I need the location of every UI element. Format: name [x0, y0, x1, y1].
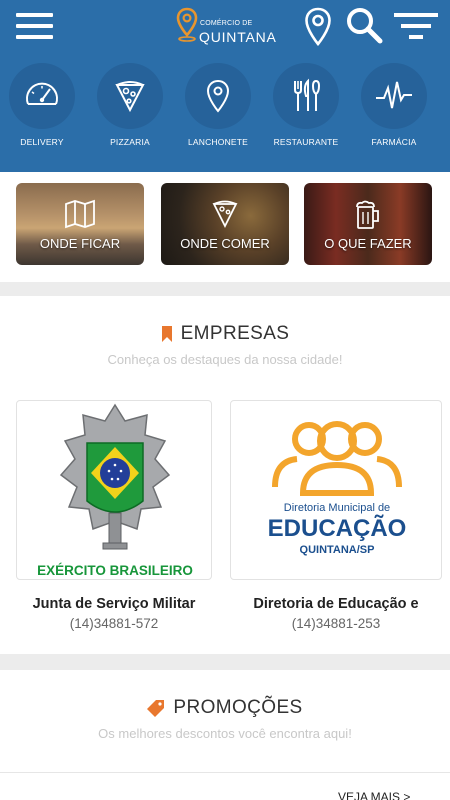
category-delivery[interactable]: DELIVERY [2, 63, 82, 147]
quick-link-onde-ficar[interactable]: ONDE FICAR [16, 183, 144, 265]
category-row: DELIVERY PIZZARIA LANCHONETE RESTAURANTE… [0, 63, 450, 163]
diretoria-educacao-logo: Diretoria Municipal de EDUCAÇÃO QUINTANA… [268, 421, 407, 556]
exercito-logo-text: EXÉRCITO BRASILEIRO [37, 563, 193, 578]
empresas-header: EMPRESAS [0, 323, 450, 347]
hamburger-menu-icon[interactable] [16, 13, 53, 39]
quick-link-label: ONDE COMER [180, 236, 270, 251]
beer-mug-icon [356, 200, 379, 229]
app-logo[interactable]: COMÉRCIO DE QUINTANA [176, 7, 286, 45]
quick-links: ONDE FICAR ONDE COMER O QUE FAZER [0, 172, 450, 282]
category-label: RESTAURANTE [273, 137, 339, 147]
map-icon [65, 199, 95, 229]
divider [0, 772, 450, 773]
category-circle [9, 63, 75, 129]
category-label: PIZZARIA [110, 137, 150, 147]
empresa-name: Junta de Serviço Militar [32, 596, 196, 612]
empresa-phone: (14)34881-572 [69, 616, 159, 631]
map-pin-icon[interactable] [303, 6, 333, 48]
quick-link-label: O QUE FAZER [324, 236, 412, 251]
promocoes-header: PROMOÇÕES [0, 697, 450, 722]
exercito-brasileiro-logo: EXÉRCITO BRASILEIRO [37, 403, 193, 578]
category-restaurante[interactable]: RESTAURANTE [266, 63, 346, 147]
empresa-logo: Diretoria Municipal de EDUCAÇÃO QUINTANA… [230, 400, 442, 580]
empresas-section: EMPRESAS Conheça os destaques da nossa c… [0, 296, 450, 654]
educacao-logo-line3: QUINTANA/SP [300, 544, 375, 556]
heartbeat-icon [376, 81, 412, 109]
pizza-icon [115, 81, 145, 113]
promocoes-title: PROMOÇÕES [147, 697, 302, 719]
tag-icon [147, 700, 165, 717]
quick-link-onde-comer[interactable]: ONDE COMER [161, 183, 289, 265]
promocoes-subtitle: Os melhores descontos você encontra aqui… [98, 726, 352, 741]
quick-link-o-que-fazer[interactable]: O QUE FAZER [304, 183, 432, 265]
empresas-title-text: EMPRESAS [180, 323, 290, 344]
bookmark-icon [161, 326, 172, 342]
category-label: LANCHONETE [187, 137, 249, 147]
promocoes-section: PROMOÇÕES Os melhores descontos você enc… [0, 670, 450, 800]
category-pizzaria[interactable]: PIZZARIA [90, 63, 170, 147]
category-circle [97, 63, 163, 129]
empresas-subtitle: Conheça os destaques da nossa cidade! [107, 352, 343, 367]
veja-mais-link[interactable]: VEJA MAIS > [338, 790, 410, 800]
empresa-name: Diretoria de Educação e [253, 596, 419, 612]
educacao-logo-line1: Diretoria Municipal de [284, 502, 390, 514]
filter-icon[interactable] [394, 13, 438, 41]
logo-small-text: COMÉRCIO DE [200, 20, 253, 27]
category-circle [361, 63, 427, 129]
empresa-logo: EXÉRCITO BRASILEIRO [16, 400, 212, 580]
category-farmacia[interactable]: FARMÁCIA [354, 63, 434, 147]
empresa-phone: (14)34881-253 [291, 616, 381, 631]
empresa-card[interactable]: EXÉRCITO BRASILEIRO Junta de Serviço Mil… [16, 400, 212, 631]
pizza-slice-icon [212, 200, 238, 229]
logo-pin-icon [176, 7, 198, 42]
quick-link-label: ONDE FICAR [39, 236, 121, 251]
promocoes-title-text: PROMOÇÕES [173, 697, 303, 718]
app-header: COMÉRCIO DE QUINTANA DELIVERY PIZZARIA L… [0, 0, 450, 172]
search-icon[interactable] [345, 6, 385, 46]
category-circle [185, 63, 251, 129]
speedometer-icon [26, 82, 58, 105]
empresa-card[interactable]: Diretoria Municipal de EDUCAÇÃO QUINTANA… [230, 400, 442, 631]
top-bar: COMÉRCIO DE QUINTANA [0, 0, 450, 58]
category-circle [273, 63, 339, 129]
cutlery-icon [294, 78, 321, 111]
logo-big-text: QUINTANA [199, 29, 277, 45]
empresas-title: EMPRESAS [161, 323, 290, 345]
educacao-logo-line2: EDUCAÇÃO [268, 514, 407, 542]
category-label: FARMÁCIA [371, 137, 417, 147]
map-pin-icon [206, 79, 230, 113]
category-label: DELIVERY [20, 137, 64, 147]
category-lanchonete[interactable]: LANCHONETE [178, 63, 258, 147]
